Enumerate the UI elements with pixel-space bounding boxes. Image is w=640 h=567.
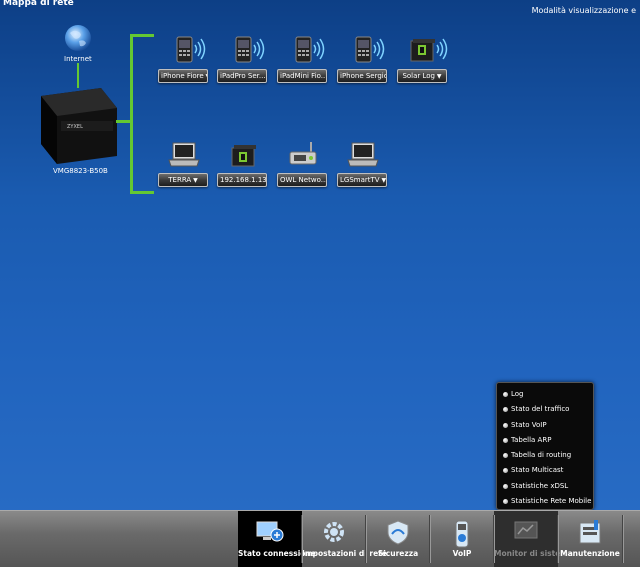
tab-security[interactable]: Sicurezza [366, 511, 430, 567]
bullet-icon [503, 453, 508, 459]
menu-item-label: Stato Multicast [511, 466, 564, 475]
wireless-device-label[interactable]: iPadMini Fio... [277, 69, 327, 83]
monitor-menu-item[interactable]: Stato del traffico [497, 402, 593, 417]
wired-device-label[interactable]: OWL Netwo... [277, 173, 327, 187]
wireless-device-label[interactable]: iPhone Sergio [337, 69, 387, 83]
tab-label: VoIP [452, 549, 472, 558]
phone-icon [451, 519, 473, 553]
chart-icon [512, 519, 540, 547]
device-name: Solar Log [402, 72, 436, 80]
tab-label: Stato connessione [238, 549, 316, 558]
internet-label: Internet [64, 55, 92, 63]
device-name: 192.168.1.139 [220, 176, 267, 184]
monitor-menu-item[interactable]: Stato Multicast [497, 463, 593, 478]
menu-item-label: Stato del traffico [511, 405, 570, 414]
monitor-menu: Log Stato del traffico Stato VoIP Tabella A… [496, 382, 594, 510]
tab-network-settings[interactable]: Impostazioni di rete [302, 511, 387, 567]
menu-item-label: Stato VoIP [511, 420, 547, 429]
dropdown-arrow-icon[interactable]: ▼ [380, 177, 386, 184]
monitor-menu-item[interactable]: Statistiche xDSL [497, 479, 593, 494]
monitor-menu-item[interactable]: Stato VoIP [497, 418, 593, 433]
tab-connection-status[interactable]: Stato connessione [238, 511, 316, 567]
wired-device-label[interactable]: TERRA ▼ [158, 173, 208, 187]
laptop-icon[interactable] [167, 140, 201, 174]
tab-label: Manutenzione [560, 549, 620, 558]
wired-device-label[interactable]: LGSmartTV ▼ [337, 173, 387, 187]
wireless-device-label[interactable]: iPhone Fiore ▼ [158, 69, 208, 83]
menu-item-label: Statistiche xDSL [511, 481, 569, 490]
bullet-icon [503, 437, 508, 443]
bottom-navigation: Stato connessione Impostazioni di rete Sic… [0, 510, 640, 567]
menu-item-label: Tabella ARP [511, 435, 552, 444]
wireless-device-label[interactable]: iPadPro Ser... [217, 69, 267, 83]
bullet-icon [503, 468, 508, 474]
dropdown-arrow-icon[interactable]: ▼ [435, 73, 442, 80]
device-name: iPhone Fiore [161, 72, 204, 80]
network-device-icon[interactable] [286, 140, 320, 174]
wireless-phone-icon[interactable] [347, 35, 387, 69]
monitor-menu-item[interactable]: Log [497, 387, 593, 402]
router-icon[interactable]: ZYXEL [37, 86, 119, 168]
dropdown-arrow-icon[interactable]: ▼ [191, 177, 198, 184]
device-name: iPadPro Ser... [220, 72, 266, 80]
menu-item-label: Log [511, 390, 524, 398]
bullet-icon [503, 392, 508, 397]
router-label: VMG8823-B50B [53, 167, 108, 175]
device-name: iPadMini Fio... [280, 72, 327, 80]
tab-label: Monitor di sistema [494, 549, 574, 558]
solar-device-icon[interactable] [407, 35, 451, 69]
svg-text:ZYXEL: ZYXEL [67, 124, 83, 130]
shield-icon [385, 519, 411, 549]
wireless-phone-icon[interactable] [287, 35, 327, 69]
wireless-device-label[interactable]: Solar Log ▼ [397, 69, 447, 83]
menu-item-label: Tabella di routing [511, 451, 572, 460]
bullet-icon [503, 422, 508, 428]
bullet-icon [503, 499, 508, 505]
wireless-phone-icon[interactable] [227, 35, 267, 69]
device-name: LGSmartTV [340, 176, 380, 184]
tab-label: Impostazioni di rete [302, 549, 387, 558]
device-name: OWL Netwo... [280, 176, 327, 184]
gear-icon [321, 519, 347, 549]
laptop-icon[interactable] [346, 140, 380, 174]
tab-system-monitor[interactable]: Monitor di sistema [494, 511, 574, 567]
monitor-menu-item[interactable]: Tabella di routing [497, 448, 593, 463]
device-name: TERRA [168, 176, 192, 184]
device-name: iPhone Sergio [340, 72, 387, 80]
dropdown-arrow-icon[interactable]: ▼ [204, 73, 207, 80]
wireless-phone-icon[interactable] [168, 35, 208, 69]
tools-icon [576, 519, 604, 549]
view-mode-link[interactable]: Modalità visualizzazione e [532, 6, 636, 15]
menu-item-label: Statistiche Rete Mobile [511, 497, 592, 506]
server-box-icon[interactable] [226, 140, 260, 174]
tab-voip[interactable]: VoIP [430, 511, 494, 567]
monitor-globe-icon [255, 519, 285, 549]
wired-device-label[interactable]: 192.168.1.139 [217, 173, 267, 187]
monitor-menu-item[interactable]: Tabella ARP [497, 433, 593, 448]
tab-maintenance[interactable]: Manutenzione [558, 511, 622, 567]
bullet-icon [503, 407, 508, 413]
internet-globe-icon[interactable] [64, 24, 92, 56]
page-title: Mappa di rete [3, 0, 74, 8]
tab-label: Sicurezza [377, 549, 419, 558]
bullet-icon [503, 483, 508, 489]
monitor-menu-item[interactable]: Statistiche Rete Mobile [497, 494, 593, 509]
